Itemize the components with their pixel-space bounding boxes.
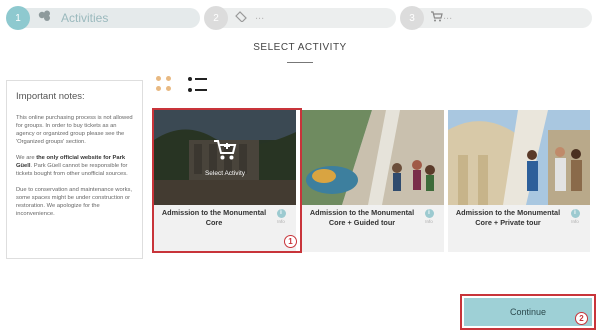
card-3-info-label: Info (571, 219, 579, 224)
step-1-number: 1 (6, 6, 30, 30)
step-1-label: Activities (61, 11, 109, 25)
step-3-number: 3 (400, 6, 424, 30)
card-3-info-button[interactable]: i Info (569, 209, 581, 224)
notes-paragraph-groups: This online purchasing process is not al… (16, 115, 133, 145)
select-activity-label: Select Activity (204, 169, 246, 177)
activity-card-guided-tour[interactable]: Admission to the Monumental Core + Guide… (302, 110, 444, 252)
step-3-label: ... (443, 10, 453, 22)
card-2-title: Admission to the Monumental Core + Guide… (309, 208, 415, 227)
card-3-photo (448, 110, 590, 205)
step-2-number: 2 (204, 6, 228, 30)
info-icon: i (570, 209, 580, 218)
card-2-photo (302, 110, 444, 205)
card-1-info-button[interactable]: i Info (275, 209, 287, 224)
notes-paragraph-official: We are the only official website for Par… (16, 154, 134, 178)
info-icon: i (424, 209, 434, 218)
progress-stepper: 1 Activities 2 ... 3 ... (0, 0, 600, 36)
notes-title: Important notes: (16, 91, 85, 102)
notes-official-prefix: We are (16, 155, 37, 161)
card-2-info-label: Info (425, 219, 433, 224)
annotation-badge-2: 2 (575, 312, 588, 325)
step-2-label: ... (255, 10, 265, 22)
tickets-icon (38, 10, 52, 25)
activity-card-monumental-core[interactable]: Select Activity Admission to the Monumen… (154, 110, 296, 252)
cart-icon (430, 10, 443, 25)
list-view-icon[interactable] (188, 76, 210, 94)
card-1-info-label: Info (277, 219, 285, 224)
activity-card-private-tour[interactable]: Admission to the Monumental Core + Priva… (448, 110, 590, 252)
continue-highlight-box: Continue (460, 294, 596, 330)
card-3-title: Admission to the Monumental Core + Priva… (455, 208, 561, 227)
ticket-icon (234, 10, 247, 25)
card-1-title: Admission to the Monumental Core (161, 208, 267, 227)
notes-paragraph-conservation: Due to conservation and maintenance work… (16, 187, 133, 217)
page-title: SELECT ACTIVITY (253, 42, 347, 53)
notes-official-suffix: . Park Güell cannot be responsible for t… (16, 163, 128, 177)
info-icon: i (276, 209, 286, 218)
annotation-badge-1: 1 (284, 235, 297, 248)
card-1-photo: Select Activity (154, 110, 296, 205)
select-activity-overlay[interactable]: Select Activity (154, 110, 296, 205)
card-2-info-button[interactable]: i Info (423, 209, 435, 224)
important-notes-panel: Important notes: This online purchasing … (6, 80, 143, 259)
continue-button[interactable]: Continue (464, 298, 592, 326)
grid-view-icon[interactable] (156, 76, 174, 94)
cart-add-icon (213, 139, 237, 166)
title-divider (287, 62, 313, 63)
